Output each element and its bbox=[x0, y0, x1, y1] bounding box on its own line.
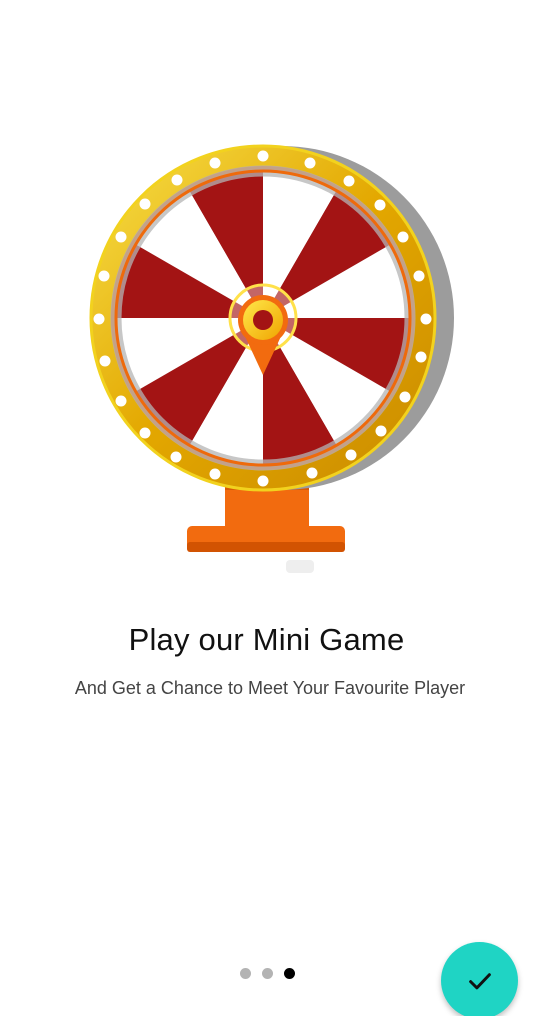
prize-wheel-icon bbox=[89, 144, 454, 573]
check-icon bbox=[468, 972, 491, 989]
page-indicator bbox=[240, 968, 295, 979]
page-subtitle: And Get a Chance to Meet Your Favourite … bbox=[74, 678, 466, 698]
page-dot-2[interactable] bbox=[262, 968, 273, 979]
page-title: Play our Mini Game bbox=[128, 622, 405, 657]
page-dot-1[interactable] bbox=[240, 968, 251, 979]
onboarding-screen: Play our Mini Game And Get a Chance to M… bbox=[0, 0, 533, 1016]
done-button[interactable] bbox=[441, 942, 518, 1016]
page-dot-3-active[interactable] bbox=[284, 968, 295, 979]
